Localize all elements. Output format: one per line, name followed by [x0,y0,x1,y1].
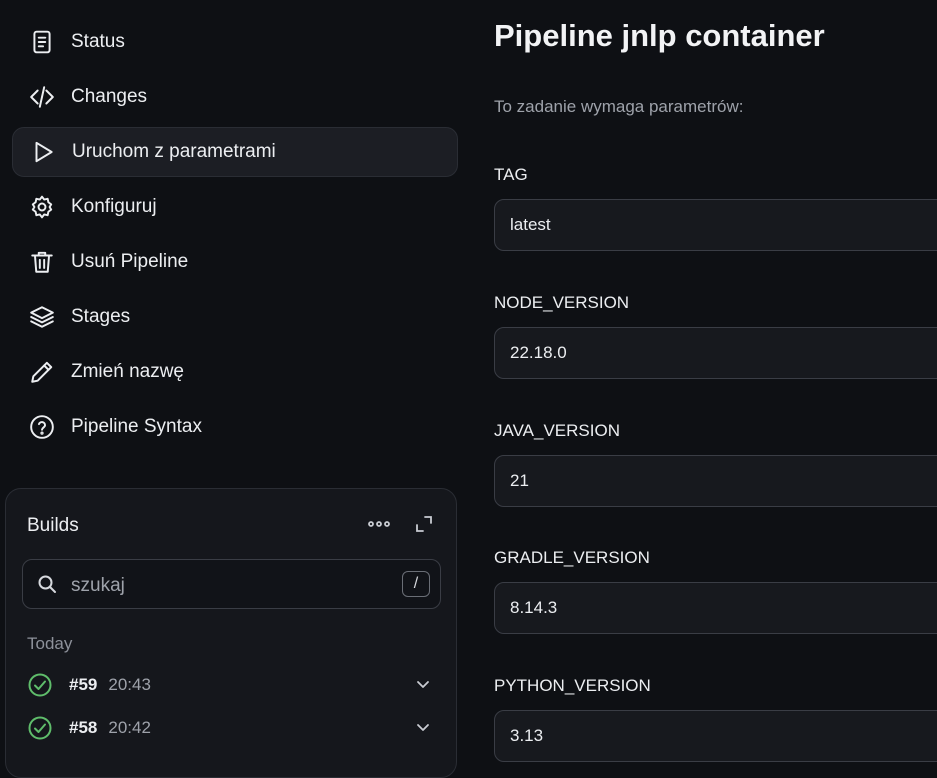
search-icon [37,574,57,599]
builds-search: / [22,559,441,609]
build-number[interactable]: #59 [69,675,97,695]
param-label-java-version: JAVA_VERSION [494,421,620,440]
pencil-icon [28,358,56,386]
sidebar-item-stages[interactable]: Stages [12,292,458,342]
more-options-icon[interactable] [366,511,392,537]
main-content: Pipeline jnlp container To zadanie wymag… [494,0,937,762]
sidebar-item-delete-pipeline[interactable]: Usuń Pipeline [12,237,458,287]
param-input-java-version[interactable] [494,455,937,507]
chevron-down-icon[interactable] [412,716,434,738]
page-title: Pipeline jnlp container [494,18,825,53]
layers-icon [28,303,56,331]
build-group-label: Today [27,634,73,653]
sidebar: Status Changes Uruchom z parametrami Kon… [0,0,470,778]
sidebar-item-label: Changes [71,86,148,107]
param-label-python-version: PYTHON_VERSION [494,676,651,695]
search-input[interactable] [69,572,373,600]
success-check-icon [27,715,53,741]
builds-title: Builds [27,515,79,536]
param-label-node-version: NODE_VERSION [494,293,630,312]
sidebar-item-build-with-parameters[interactable]: Uruchom z parametrami [12,127,458,177]
trash-icon [28,248,56,276]
chevron-down-icon[interactable] [412,673,434,695]
sidebar-item-changes[interactable]: Changes [12,72,458,122]
sidebar-item-label: Konfiguruj [71,196,157,217]
param-input-python-version[interactable] [494,710,937,762]
sidebar-item-label: Zmień nazwę [71,361,184,382]
build-row[interactable]: #58 20:42 [22,710,442,746]
success-check-icon [27,672,53,698]
build-number[interactable]: #58 [69,718,97,738]
sidebar-item-status[interactable]: Status [12,17,458,67]
param-label-gradle-version: GRADLE_VERSION [494,548,650,567]
param-input-node-version[interactable] [494,327,937,379]
play-icon [29,138,57,166]
gear-icon [28,193,56,221]
build-time: 20:42 [108,718,151,737]
expand-icon[interactable] [411,511,437,537]
help-icon [28,413,56,441]
sidebar-item-configure[interactable]: Konfiguruj [12,182,458,232]
document-icon [28,28,56,56]
sidebar-item-label: Status [71,31,125,52]
keyboard-shortcut-badge: / [402,571,430,597]
sidebar-item-label: Stages [71,306,131,327]
sidebar-item-label: Pipeline Syntax [71,416,202,437]
param-input-tag[interactable] [494,199,937,251]
code-icon [28,83,56,111]
builds-panel: Builds / Today #59 20:43 [5,488,457,778]
sidebar-item-label: Uruchom z parametrami [72,141,276,162]
param-input-gradle-version[interactable] [494,582,937,634]
build-row[interactable]: #59 20:43 [22,667,442,703]
sidebar-item-label: Usuń Pipeline [71,251,189,272]
param-label-tag: TAG [494,165,528,184]
sidebar-item-pipeline-syntax[interactable]: Pipeline Syntax [12,402,458,452]
build-time: 20:43 [108,675,151,694]
sidebar-item-rename[interactable]: Zmień nazwę [12,347,458,397]
page-subtitle: To zadanie wymaga parametrów: [494,97,744,116]
